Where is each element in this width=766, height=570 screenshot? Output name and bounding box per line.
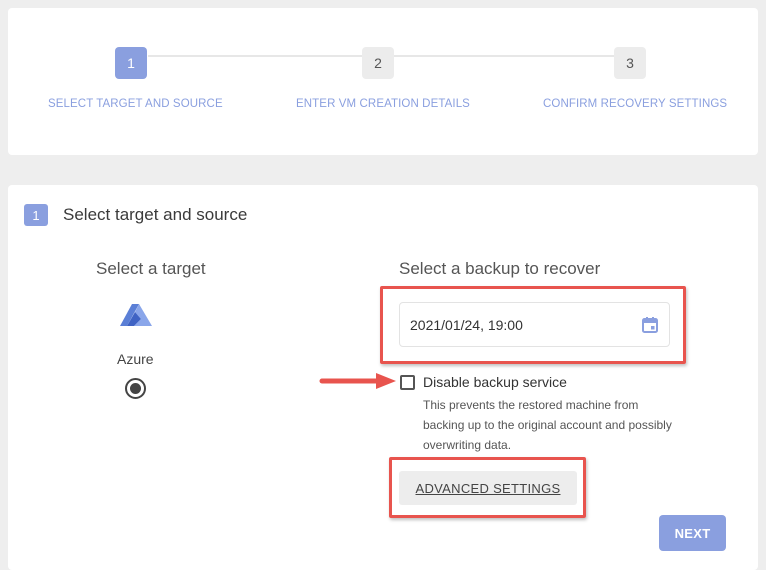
azure-option-label: Azure <box>117 351 154 367</box>
annotation-arrow-icon <box>319 373 396 389</box>
next-button[interactable]: NEXT <box>659 515 726 551</box>
step-1-number[interactable]: 1 <box>115 47 147 79</box>
section-number: 1 <box>24 204 48 226</box>
advanced-settings-button[interactable]: ADVANCED SETTINGS <box>399 471 577 505</box>
disable-backup-label[interactable]: Disable backup service <box>423 374 567 390</box>
backup-date-input[interactable]: 2021/01/24, 19:00 <box>399 302 670 347</box>
step-3-label: CONFIRM RECOVERY SETTINGS <box>543 98 728 110</box>
step-2-label: ENTER VM CREATION DETAILS <box>296 98 470 110</box>
calendar-icon[interactable] <box>641 316 659 334</box>
disable-backup-description: This prevents the restored machine from … <box>423 398 672 452</box>
stepper-card <box>8 8 758 155</box>
step-connector-1 <box>148 55 362 57</box>
section-title: Select target and source <box>63 205 248 224</box>
backup-date-value: 2021/01/24, 19:00 <box>410 316 523 333</box>
azure-logo-icon <box>120 304 152 326</box>
step-3-number[interactable]: 3 <box>614 47 646 79</box>
target-heading: Select a target <box>96 259 206 278</box>
step-connector-2 <box>394 55 614 57</box>
disable-backup-checkbox[interactable] <box>400 375 415 390</box>
azure-radio[interactable] <box>125 378 146 399</box>
step-1-label: SELECT TARGET AND SOURCE <box>48 98 223 110</box>
backup-heading: Select a backup to recover <box>399 259 601 278</box>
step-2-number[interactable]: 2 <box>362 47 394 79</box>
